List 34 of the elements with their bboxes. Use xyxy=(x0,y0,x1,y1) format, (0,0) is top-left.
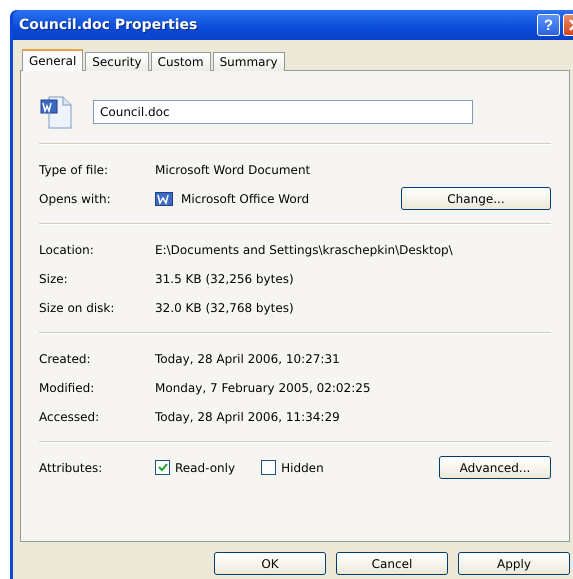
property-value: 31.5 KB (32,256 bytes) xyxy=(155,272,294,286)
checkbox[interactable] xyxy=(261,460,276,475)
property-label: Location: xyxy=(39,242,95,256)
tab[interactable]: Summary xyxy=(212,52,285,71)
property-value: Microsoft Office Word xyxy=(181,192,310,206)
checkbox-label: Hidden xyxy=(281,460,324,474)
dialog-button[interactable]: Apply xyxy=(458,552,570,575)
property-value: Monday, 7 February 2005, 02:02:25 xyxy=(155,380,371,394)
property-value: E:\Documents and Settings\kraschepkin\Desktop\ xyxy=(155,242,453,256)
tab[interactable]: Security xyxy=(85,52,149,71)
property-label: Created: xyxy=(39,352,92,366)
help-button[interactable]: ? xyxy=(537,14,560,36)
window-title: Council.doc Properties xyxy=(19,17,198,33)
property-label: Attributes: xyxy=(39,460,104,474)
tab[interactable]: Custom xyxy=(150,52,211,71)
property-value: 32.0 KB (32,768 bytes) xyxy=(155,300,294,314)
property-label: Size on disk: xyxy=(39,300,116,314)
property-label: Modified: xyxy=(39,380,96,394)
file-name-field[interactable]: Council.doc xyxy=(93,100,473,124)
application-icon xyxy=(155,192,173,206)
property-label: Opens with: xyxy=(39,192,112,206)
property-label: Size: xyxy=(39,272,69,286)
advanced-button[interactable]: Advanced... xyxy=(439,456,551,479)
checkbox-label: Read-only xyxy=(175,460,236,474)
tab[interactable]: General xyxy=(22,49,84,71)
change-button[interactable]: Change... xyxy=(401,187,551,210)
property-value: Microsoft Word Document xyxy=(155,162,310,176)
dialog-button[interactable]: Cancel xyxy=(336,552,448,575)
property-label: Type of file: xyxy=(39,162,110,176)
property-value: Today, 28 April 2006, 10:27:31 xyxy=(155,352,340,366)
property-label: Accessed: xyxy=(39,410,100,424)
dialog-button[interactable]: OK xyxy=(214,552,326,575)
property-value: Today, 28 April 2006, 11:34:29 xyxy=(155,410,340,424)
checkbox[interactable] xyxy=(155,460,170,475)
